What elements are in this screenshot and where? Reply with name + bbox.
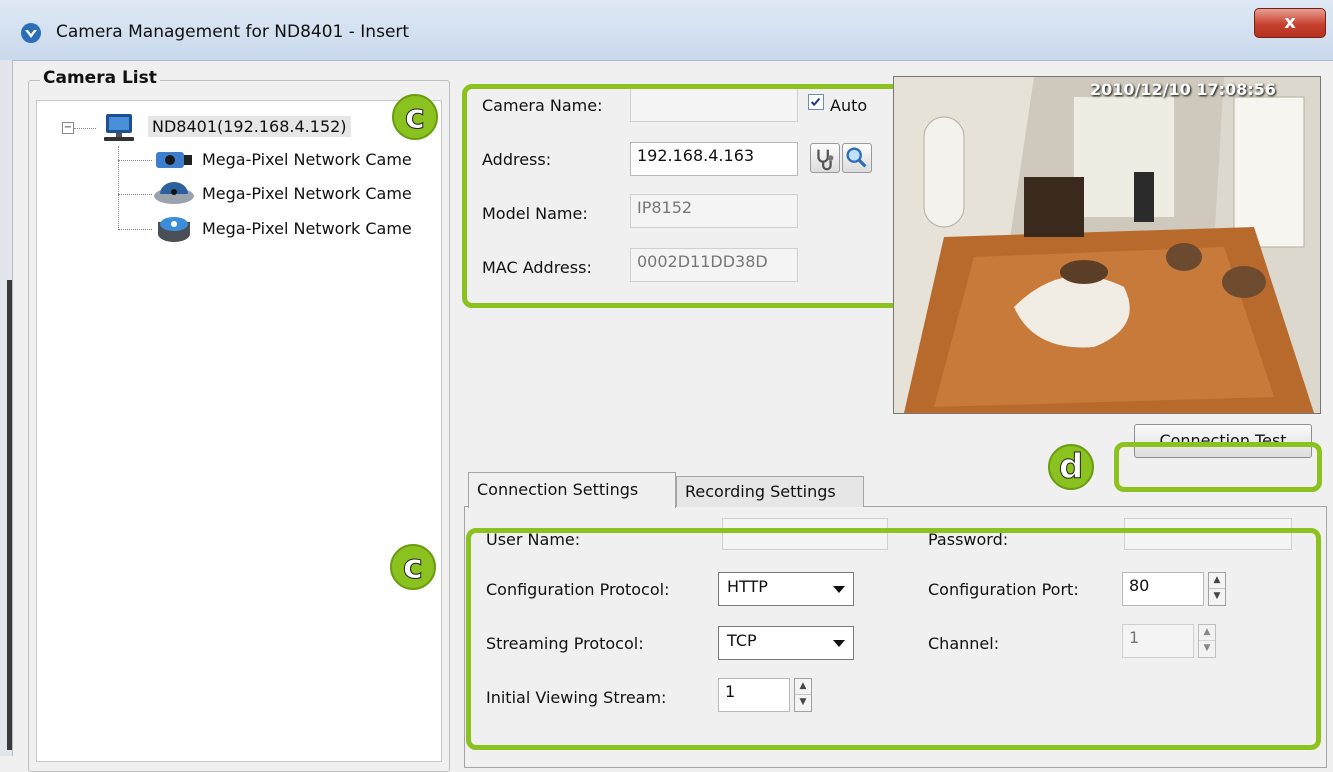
tree-item-nvr[interactable]: ND8401(192.168.4.152) <box>148 116 351 137</box>
tree-connector <box>118 229 152 230</box>
window-title: Camera Management for ND8401 - Insert <box>56 22 410 42</box>
dome-camera-icon <box>154 182 194 204</box>
tree-connector <box>118 160 152 161</box>
tab-recording-settings[interactable]: Recording Settings <box>676 476 864 507</box>
callout-d-badge: d <box>1048 444 1094 490</box>
box-camera-icon <box>156 152 192 168</box>
callout-c-badge: c <box>392 94 438 140</box>
tree-item-camera[interactable]: Mega-Pixel Network Came <box>202 219 412 238</box>
callout-c-badge: c <box>390 544 436 590</box>
camera-list-title: Camera List <box>40 68 160 88</box>
tree-item-camera[interactable]: Mega-Pixel Network Came <box>202 184 412 203</box>
tree-item-camera[interactable]: Mega-Pixel Network Came <box>202 150 412 169</box>
tree-collapse-toggle[interactable]: − <box>62 122 74 134</box>
tree-connector <box>118 194 152 195</box>
nvr-computer-icon <box>104 114 134 141</box>
camera-preview-image <box>893 76 1321 414</box>
app-logo-icon <box>21 23 41 43</box>
tab-connection-settings[interactable]: Connection Settings <box>468 472 676 508</box>
highlight-box-connection-test <box>1114 442 1322 492</box>
window-edge <box>0 60 13 756</box>
tree-connector <box>74 128 96 129</box>
highlight-box-connection-settings <box>466 528 1321 750</box>
fisheye-camera-icon <box>158 217 190 242</box>
tree-connector <box>118 146 119 230</box>
highlight-box-camera-info <box>462 84 906 308</box>
preview-timestamp: 2010/12/10 17:08:56 <box>1090 80 1276 99</box>
close-button[interactable]: x <box>1254 8 1326 38</box>
